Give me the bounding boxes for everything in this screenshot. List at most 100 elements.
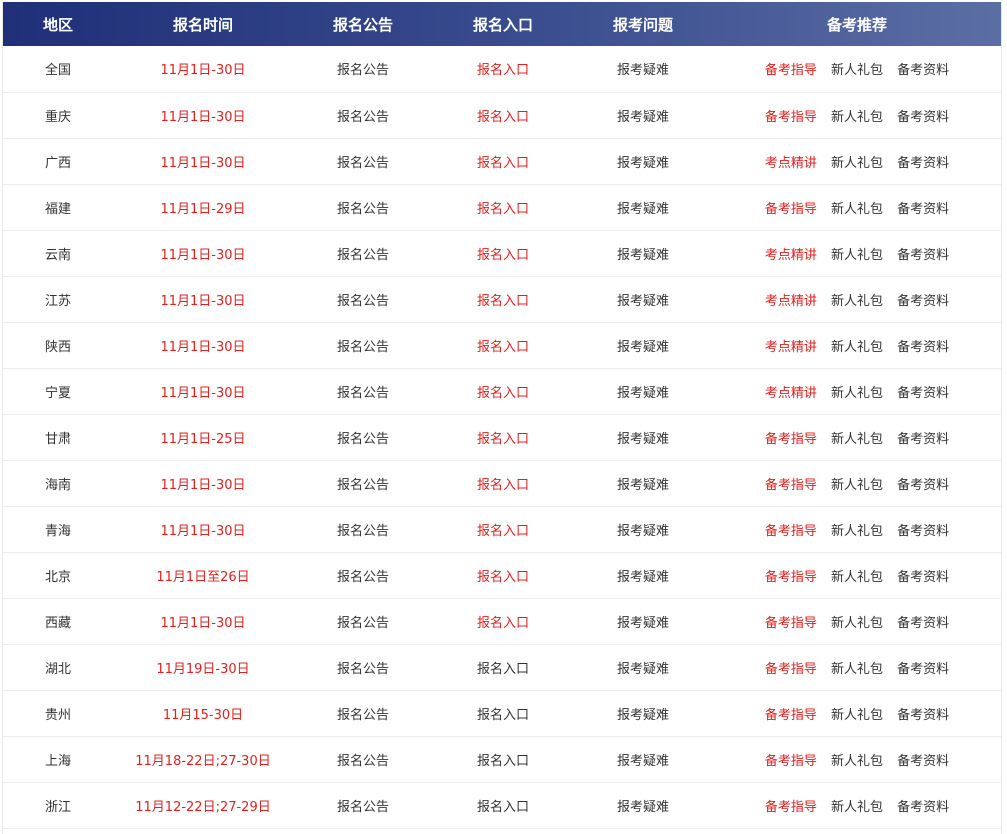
newbie-gift-link[interactable]: 新人礼包 — [831, 106, 883, 125]
materials-link[interactable]: 备考资料 — [897, 244, 949, 263]
faq-link[interactable]: 报考疑难 — [617, 156, 669, 171]
notice-link[interactable]: 报名公告 — [337, 386, 389, 401]
notice-link[interactable]: 报名公告 — [337, 202, 389, 217]
notice-link[interactable]: 报名公告 — [337, 754, 389, 769]
guide-link[interactable]: 备考指导 — [765, 59, 817, 78]
newbie-gift-link[interactable]: 新人礼包 — [831, 750, 883, 769]
faq-link[interactable]: 报考疑难 — [617, 570, 669, 585]
materials-link[interactable]: 备考资料 — [897, 474, 949, 493]
faq-link[interactable]: 报考疑难 — [617, 524, 669, 539]
faq-link[interactable]: 报考疑难 — [617, 294, 669, 309]
entry-link[interactable]: 报名入口 — [477, 800, 529, 815]
materials-link[interactable]: 备考资料 — [897, 566, 949, 585]
guide-link[interactable]: 考点精讲 — [765, 382, 817, 401]
guide-link[interactable]: 考点精讲 — [765, 336, 817, 355]
faq-link[interactable]: 报考疑难 — [617, 340, 669, 355]
entry-link[interactable]: 报名入口 — [477, 386, 529, 401]
guide-link[interactable]: 考点精讲 — [765, 152, 817, 171]
newbie-gift-link[interactable]: 新人礼包 — [831, 382, 883, 401]
materials-link[interactable]: 备考资料 — [897, 704, 949, 723]
materials-link[interactable]: 备考资料 — [897, 428, 949, 447]
newbie-gift-link[interactable]: 新人礼包 — [831, 59, 883, 78]
faq-link[interactable]: 报考疑难 — [617, 662, 669, 677]
newbie-gift-link[interactable]: 新人礼包 — [831, 428, 883, 447]
entry-link[interactable]: 报名入口 — [477, 294, 529, 309]
newbie-gift-link[interactable]: 新人礼包 — [831, 474, 883, 493]
faq-link[interactable]: 报考疑难 — [617, 800, 669, 815]
materials-link[interactable]: 备考资料 — [897, 152, 949, 171]
materials-link[interactable]: 备考资料 — [897, 382, 949, 401]
materials-link[interactable]: 备考资料 — [897, 290, 949, 309]
newbie-gift-link[interactable]: 新人礼包 — [831, 658, 883, 677]
guide-link[interactable]: 备考指导 — [765, 612, 817, 631]
newbie-gift-link[interactable]: 新人礼包 — [831, 566, 883, 585]
notice-link[interactable]: 报名公告 — [337, 340, 389, 355]
guide-link[interactable]: 考点精讲 — [765, 244, 817, 263]
guide-link[interactable]: 备考指导 — [765, 428, 817, 447]
guide-link[interactable]: 备考指导 — [765, 704, 817, 723]
materials-link[interactable]: 备考资料 — [897, 796, 949, 815]
materials-link[interactable]: 备考资料 — [897, 336, 949, 355]
entry-link[interactable]: 报名入口 — [477, 248, 529, 263]
guide-link[interactable]: 备考指导 — [765, 474, 817, 493]
materials-link[interactable]: 备考资料 — [897, 198, 949, 217]
entry-link[interactable]: 报名入口 — [477, 478, 529, 493]
newbie-gift-link[interactable]: 新人礼包 — [831, 152, 883, 171]
notice-link[interactable]: 报名公告 — [337, 156, 389, 171]
newbie-gift-link[interactable]: 新人礼包 — [831, 612, 883, 631]
faq-link[interactable]: 报考疑难 — [617, 110, 669, 125]
guide-link[interactable]: 备考指导 — [765, 520, 817, 539]
entry-link[interactable]: 报名入口 — [477, 708, 529, 723]
faq-link[interactable]: 报考疑难 — [617, 708, 669, 723]
notice-link[interactable]: 报名公告 — [337, 248, 389, 263]
notice-link[interactable]: 报名公告 — [337, 800, 389, 815]
newbie-gift-link[interactable]: 新人礼包 — [831, 198, 883, 217]
entry-link[interactable]: 报名入口 — [477, 524, 529, 539]
materials-link[interactable]: 备考资料 — [897, 106, 949, 125]
newbie-gift-link[interactable]: 新人礼包 — [831, 796, 883, 815]
notice-link[interactable]: 报名公告 — [337, 616, 389, 631]
entry-link[interactable]: 报名入口 — [477, 570, 529, 585]
notice-link[interactable]: 报名公告 — [337, 524, 389, 539]
notice-link[interactable]: 报名公告 — [337, 63, 389, 78]
notice-link[interactable]: 报名公告 — [337, 432, 389, 447]
materials-link[interactable]: 备考资料 — [897, 520, 949, 539]
entry-link[interactable]: 报名入口 — [477, 202, 529, 217]
guide-link[interactable]: 备考指导 — [765, 106, 817, 125]
notice-link[interactable]: 报名公告 — [337, 294, 389, 309]
faq-link[interactable]: 报考疑难 — [617, 386, 669, 401]
entry-link[interactable]: 报名入口 — [477, 156, 529, 171]
faq-link[interactable]: 报考疑难 — [617, 202, 669, 217]
guide-link[interactable]: 考点精讲 — [765, 290, 817, 309]
notice-link[interactable]: 报名公告 — [337, 662, 389, 677]
notice-link[interactable]: 报名公告 — [337, 110, 389, 125]
guide-link[interactable]: 备考指导 — [765, 658, 817, 677]
faq-link[interactable]: 报考疑难 — [617, 63, 669, 78]
entry-link[interactable]: 报名入口 — [477, 110, 529, 125]
notice-link[interactable]: 报名公告 — [337, 478, 389, 493]
entry-link[interactable]: 报名入口 — [477, 63, 529, 78]
entry-link[interactable]: 报名入口 — [477, 616, 529, 631]
newbie-gift-link[interactable]: 新人礼包 — [831, 244, 883, 263]
materials-link[interactable]: 备考资料 — [897, 658, 949, 677]
guide-link[interactable]: 备考指导 — [765, 566, 817, 585]
guide-link[interactable]: 备考指导 — [765, 750, 817, 769]
entry-link[interactable]: 报名入口 — [477, 432, 529, 447]
guide-link[interactable]: 备考指导 — [765, 796, 817, 815]
newbie-gift-link[interactable]: 新人礼包 — [831, 336, 883, 355]
newbie-gift-link[interactable]: 新人礼包 — [831, 290, 883, 309]
materials-link[interactable]: 备考资料 — [897, 750, 949, 769]
entry-link[interactable]: 报名入口 — [477, 340, 529, 355]
faq-link[interactable]: 报考疑难 — [617, 616, 669, 631]
notice-link[interactable]: 报名公告 — [337, 570, 389, 585]
newbie-gift-link[interactable]: 新人礼包 — [831, 520, 883, 539]
materials-link[interactable]: 备考资料 — [897, 59, 949, 78]
faq-link[interactable]: 报考疑难 — [617, 754, 669, 769]
faq-link[interactable]: 报考疑难 — [617, 432, 669, 447]
entry-link[interactable]: 报名入口 — [477, 662, 529, 677]
entry-link[interactable]: 报名入口 — [477, 754, 529, 769]
faq-link[interactable]: 报考疑难 — [617, 478, 669, 493]
faq-link[interactable]: 报考疑难 — [617, 248, 669, 263]
materials-link[interactable]: 备考资料 — [897, 612, 949, 631]
guide-link[interactable]: 备考指导 — [765, 198, 817, 217]
